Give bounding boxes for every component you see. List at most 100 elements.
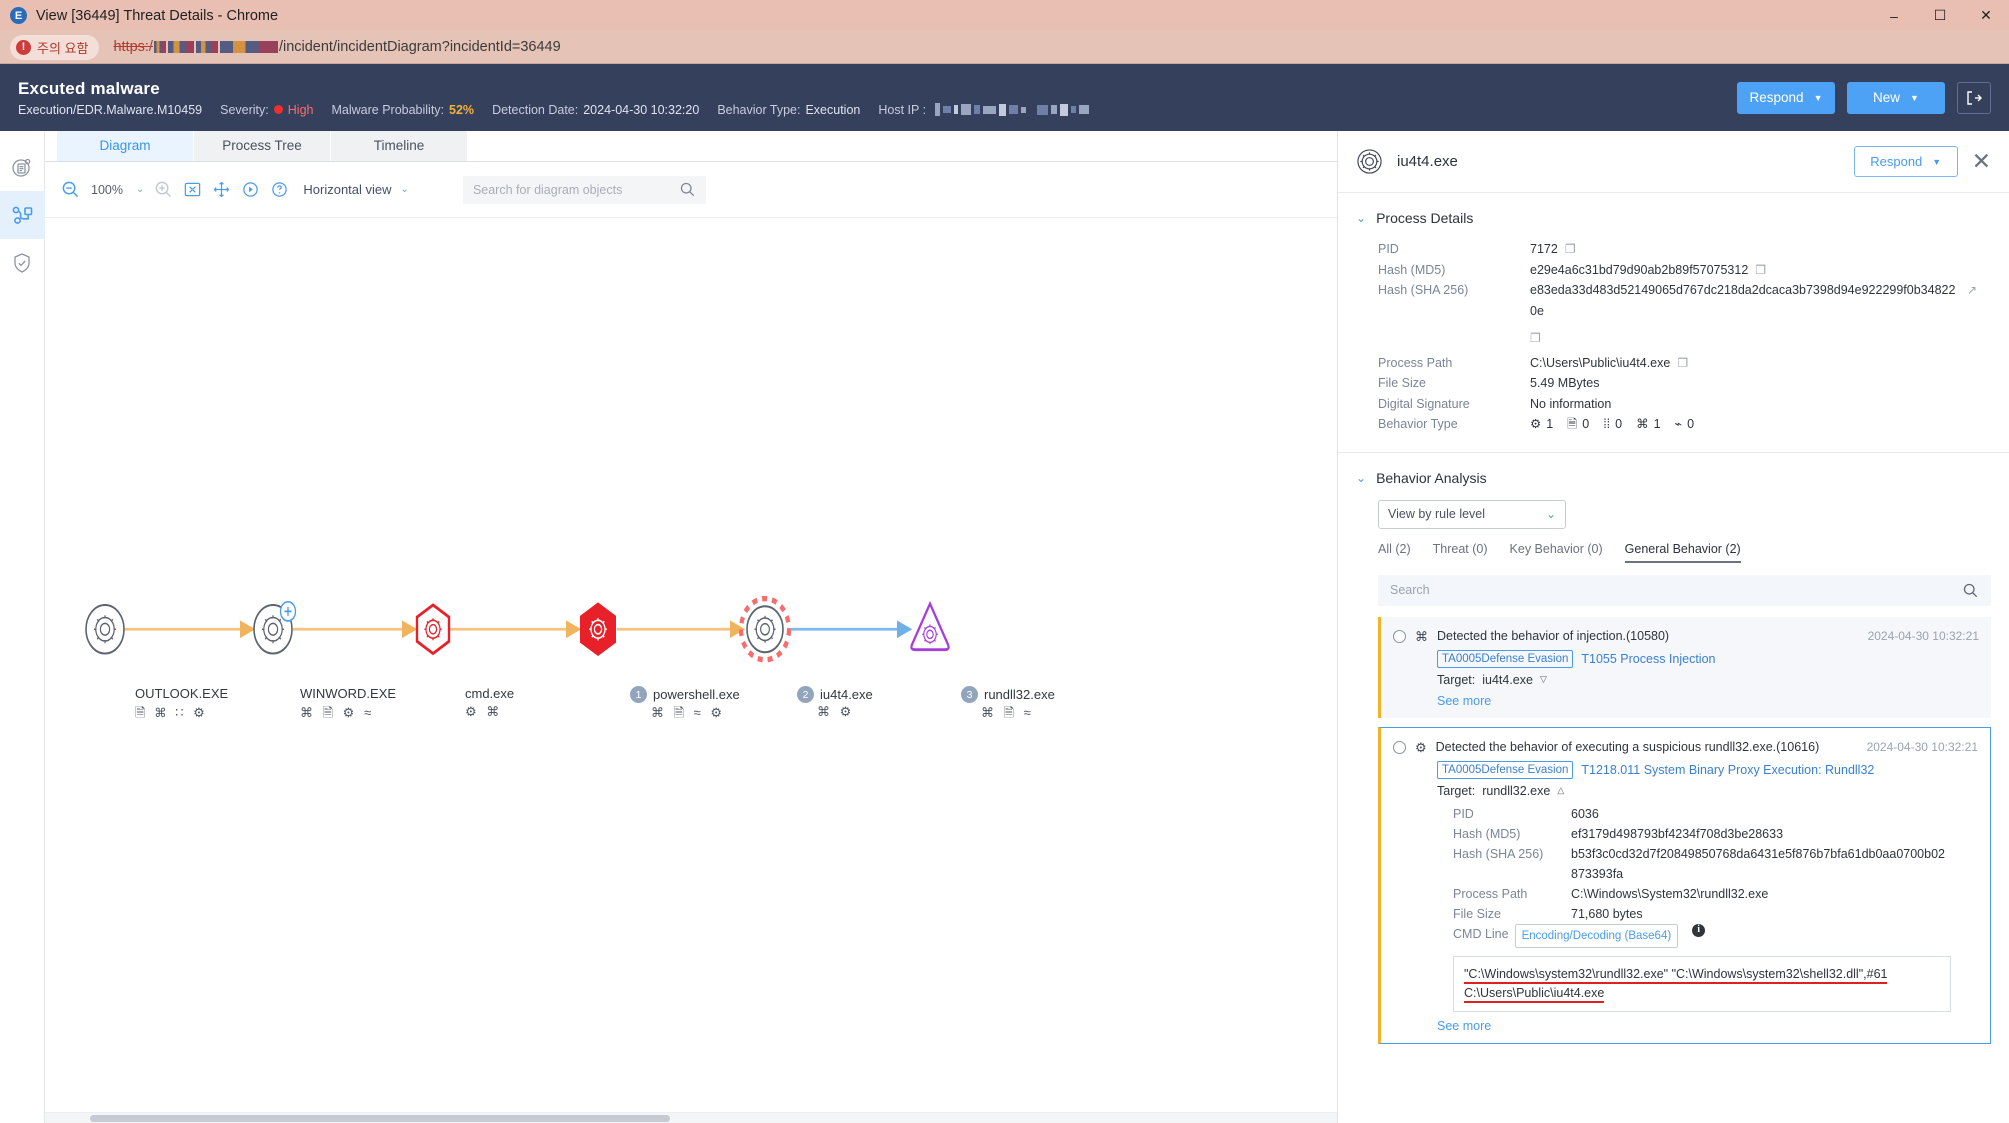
minimize-button[interactable]: – bbox=[1871, 0, 1917, 31]
mitre-tactic-tag[interactable]: TA0005Defense Evasion bbox=[1437, 649, 1574, 668]
diagram-search[interactable] bbox=[462, 175, 706, 204]
maximize-button[interactable]: ☐ bbox=[1917, 0, 1963, 31]
external-link-icon[interactable]: ↗ bbox=[1967, 280, 1977, 301]
subtab-all[interactable]: All (2) bbox=[1378, 542, 1411, 563]
behavior-subtabs: All (2) Threat (0) Key Behavior (0) Gene… bbox=[1378, 542, 1991, 563]
respond-button[interactable]: Respond ▼ bbox=[1737, 81, 1835, 114]
behavior-analysis-controls: View by rule level ⌄ All (2) Threat (0) … bbox=[1338, 496, 2009, 563]
diagram-node-label-iu4t4[interactable]: 2 iu4t4.exe bbox=[797, 686, 873, 703]
detail-row-cmd-line: CMD Line Encoding/Decoding (Base64) i bbox=[1453, 923, 1978, 948]
diagram-node-icons-winword: ⌘ 🗎 ⚙ ≈ bbox=[300, 705, 375, 720]
copy-icon[interactable]: ❐ bbox=[1677, 353, 1688, 374]
tab-timeline[interactable]: Timeline bbox=[331, 130, 468, 161]
scrollbar-thumb[interactable] bbox=[90, 1115, 670, 1122]
probability-label: Malware Probability: bbox=[331, 102, 445, 117]
see-more-link[interactable]: See more bbox=[1437, 1019, 1978, 1033]
subtab-key-behavior[interactable]: Key Behavior (0) bbox=[1510, 542, 1603, 563]
panel-respond-button[interactable]: Respond ▼ bbox=[1853, 146, 1958, 177]
mitre-technique-link[interactable]: T1218.011 System Binary Proxy Execution:… bbox=[1581, 763, 1874, 777]
target-value: rundll32.exe bbox=[1482, 783, 1551, 798]
report-icon bbox=[12, 158, 31, 177]
info-icon[interactable]: i bbox=[1692, 923, 1706, 937]
copy-icon[interactable]: ❐ bbox=[1565, 239, 1576, 260]
new-button[interactable]: New ▼ bbox=[1847, 81, 1945, 114]
diagram-node-outlook bbox=[85, 603, 125, 655]
rule-level-select[interactable]: View by rule level ⌄ bbox=[1378, 499, 1566, 529]
fit-to-screen-icon[interactable] bbox=[183, 180, 202, 199]
mitre-technique-link[interactable]: T1055 Process Injection bbox=[1581, 652, 1715, 666]
detail-row-file-size: File Size 71,680 bytes bbox=[1453, 904, 1978, 924]
diagram-node-powershell bbox=[580, 602, 616, 657]
window-controls: – ☐ ✕ bbox=[1871, 0, 2009, 31]
behavior-card[interactable]: ⚙ Detected the behavior of executing a s… bbox=[1378, 726, 1991, 1044]
mitre-tactic-tag[interactable]: TA0005Defense Evasion bbox=[1437, 760, 1574, 779]
subtab-threat[interactable]: Threat (0) bbox=[1433, 542, 1488, 563]
see-more-link[interactable]: See more bbox=[1437, 694, 1979, 708]
behavior-search-input[interactable] bbox=[1390, 583, 1921, 597]
pan-icon[interactable] bbox=[212, 180, 231, 199]
diagram-node-label-winword[interactable]: WINWORD.EXE bbox=[300, 686, 396, 701]
chevron-down-icon[interactable]: ▽ bbox=[1540, 674, 1547, 685]
behavior-card-time: 2024-04-30 10:32:21 bbox=[1866, 739, 1978, 754]
detail-key: Process Path bbox=[1453, 886, 1528, 901]
tab-process-tree[interactable]: Process Tree bbox=[194, 130, 331, 161]
diagram-node-label-powershell[interactable]: 1 powershell.exe bbox=[630, 686, 740, 703]
help-icon[interactable] bbox=[270, 180, 289, 199]
browser-omnibox[interactable]: ! 주의 요함 https:/ /incident/incidentDiagra… bbox=[0, 31, 2009, 64]
diagram-node-label-rundll32[interactable]: 3 rundll32.exe bbox=[961, 686, 1055, 703]
sidebar-item-report[interactable] bbox=[0, 143, 45, 191]
diagram-canvas[interactable]: OUTLOOK.EXE 🗎 ⌘ ∷ ⚙ WINWORD.EXE ⌘ 🗎 ⚙ ≈ … bbox=[45, 217, 1337, 1112]
behavior-type-field: Behavior Type: Execution bbox=[717, 103, 860, 117]
security-warning-badge[interactable]: ! 주의 요함 bbox=[10, 34, 100, 60]
behavior-card-radio[interactable] bbox=[1393, 740, 1406, 754]
subtab-general-behavior[interactable]: General Behavior (2) bbox=[1624, 542, 1741, 563]
detail-row-process-path: Process Path C:\Windows\System32\rundll3… bbox=[1453, 884, 1978, 904]
copy-icon[interactable]: ❐ bbox=[1530, 328, 1541, 349]
node-label-text: WINWORD.EXE bbox=[300, 686, 397, 701]
node-sequence-badge: 3 bbox=[961, 686, 978, 703]
behavior-count-process: ⚙ 1 bbox=[1530, 414, 1553, 435]
tab-diagram[interactable]: Diagram bbox=[57, 130, 194, 161]
cmd-line-box: "C:\Windows\system32\rundll32.exe" "C:\W… bbox=[1453, 955, 1951, 1012]
behavior-card[interactable]: ⌘ Detected the behavior of injection.(10… bbox=[1378, 616, 1991, 718]
logout-icon bbox=[1967, 90, 1982, 105]
address-bar[interactable]: https:/ /incident/incidentDiagram?incide… bbox=[113, 39, 560, 55]
diagram-node-winword bbox=[253, 600, 297, 655]
close-button[interactable]: ✕ bbox=[1963, 0, 2009, 31]
view-tabs: Diagram Process Tree Timeline bbox=[45, 130, 1337, 162]
diagram-graph bbox=[85, 595, 950, 663]
detail-row-behavior-type: Behavior Type ⚙ 1 🗎 0 ⁞⁞ 0 ⌘ 1 ⌁ 0 bbox=[1378, 414, 1991, 435]
behavior-card-radio[interactable] bbox=[1393, 629, 1406, 643]
chevron-down-icon: ⌄ bbox=[1356, 470, 1367, 485]
registry-icon: ⁞⁞ bbox=[1603, 417, 1611, 431]
diagram-node-label-outlook[interactable]: OUTLOOK.EXE bbox=[135, 686, 228, 701]
process-details-header[interactable]: ⌄ Process Details bbox=[1338, 193, 2009, 236]
window-title: View [36449] Threat Details - Chrome bbox=[36, 7, 279, 24]
file-icon: 🗎 bbox=[1567, 417, 1578, 431]
zoom-out-icon[interactable] bbox=[61, 180, 80, 199]
diagram-node-cmd bbox=[415, 603, 451, 656]
behavior-search[interactable] bbox=[1378, 574, 1991, 606]
behavior-count-registry: ⁞⁞ 0 bbox=[1603, 414, 1622, 435]
behavior-card-target: Target: rundll32.exe △ bbox=[1437, 784, 1978, 798]
logout-button[interactable] bbox=[1957, 81, 1991, 114]
detail-value: 7172 bbox=[1530, 242, 1558, 256]
behavior-card-text: Detected the behavior of injection.(1058… bbox=[1437, 628, 1670, 643]
refresh-icon[interactable] bbox=[241, 180, 260, 199]
canvas-horizontal-scrollbar[interactable] bbox=[45, 1112, 1337, 1123]
copy-icon[interactable]: ❐ bbox=[1755, 260, 1766, 281]
chevron-down-icon[interactable]: ⌄ bbox=[136, 184, 144, 195]
zoom-in-icon[interactable] bbox=[154, 180, 173, 199]
network-icon: ⌁ bbox=[1674, 417, 1683, 431]
sidebar-item-diagram[interactable] bbox=[0, 191, 45, 239]
diagram-search-input[interactable] bbox=[472, 182, 673, 197]
detail-key: File Size bbox=[1453, 906, 1501, 921]
url-host-redacted-2 bbox=[167, 41, 194, 53]
diagram-node-label-cmd[interactable]: cmd.exe bbox=[465, 686, 514, 701]
close-panel-icon[interactable]: ✕ bbox=[1972, 150, 1991, 173]
behavior-analysis-header[interactable]: ⌄ Behavior Analysis bbox=[1338, 453, 2009, 496]
encoding-badge[interactable]: Encoding/Decoding (Base64) bbox=[1514, 923, 1679, 948]
view-mode-selector[interactable]: Horizontal view ⌄ bbox=[303, 182, 409, 197]
sidebar-item-protection[interactable] bbox=[0, 239, 45, 287]
chevron-up-icon[interactable]: △ bbox=[1557, 785, 1564, 796]
